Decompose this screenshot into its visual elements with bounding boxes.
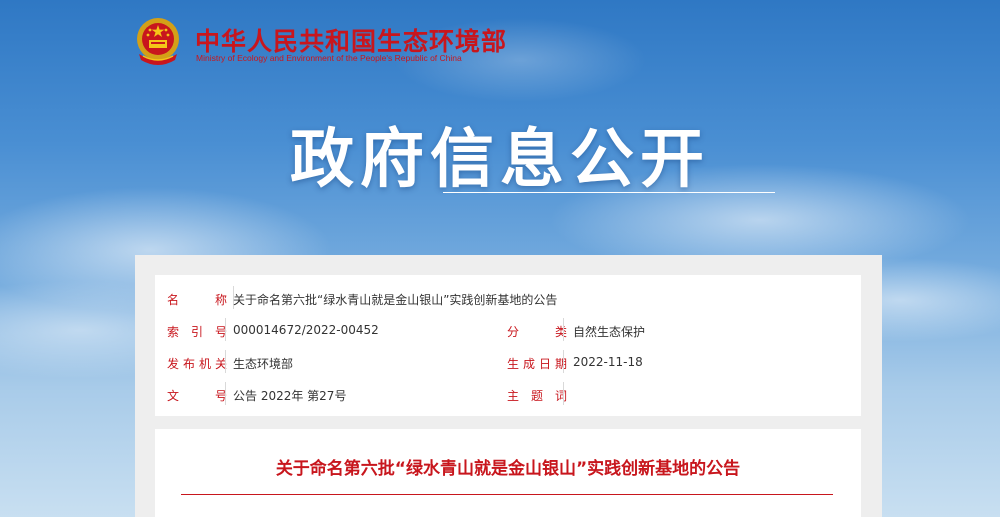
page-title: 政府信息公开: [290, 123, 710, 197]
meta-row-docno: 文 号 公告 2022年 第27号 主题词: [155, 379, 861, 410]
divider: [225, 318, 226, 341]
title-underline: [443, 192, 775, 193]
publisher-label: 发布机关: [167, 357, 227, 371]
divider: [225, 350, 226, 373]
meta-row-index: 索引号 000014672/2022-00452 分 类 自然生态保护: [155, 315, 861, 346]
category-label: 分 类: [507, 325, 567, 339]
date-label: 生成日期: [507, 357, 567, 371]
article-card: 关于命名第六批“绿水青山就是金山银山”实践创新基地的公告: [155, 429, 861, 517]
publisher-value: 生态环境部: [233, 357, 294, 371]
docno-value: 公告 2022年 第27号: [233, 389, 347, 403]
national-emblem-icon[interactable]: [135, 16, 181, 68]
keywords-label: 主题词: [507, 389, 567, 403]
divider: [563, 318, 564, 341]
meta-row-publisher: 发布机关 生态环境部 生成日期 2022-11-18: [155, 347, 861, 378]
metadata-card: 名 称 关于命名第六批“绿水青山就是金山银山”实践创新基地的公告 索引号 000…: [155, 275, 861, 416]
divider: [225, 382, 226, 405]
site-subtitle: Ministry of Ecology and Environment of t…: [196, 53, 462, 63]
category-value: 自然生态保护: [573, 325, 646, 339]
article-title: 关于命名第六批“绿水青山就是金山银山”实践创新基地的公告: [275, 459, 741, 479]
index-label: 索引号: [167, 325, 227, 339]
divider: [563, 350, 564, 373]
date-value: 2022-11-18: [573, 355, 643, 369]
docno-label: 文 号: [167, 389, 227, 403]
meta-row-name: 名 称 关于命名第六批“绿水青山就是金山银山”实践创新基地的公告: [155, 283, 861, 314]
article-title-rule: [181, 494, 833, 495]
name-label: 名 称: [167, 293, 227, 307]
index-value: 000014672/2022-00452: [233, 323, 379, 337]
name-value: 关于命名第六批“绿水青山就是金山银山”实践创新基地的公告: [233, 293, 558, 307]
divider: [563, 382, 564, 405]
content-panel: 名 称 关于命名第六批“绿水青山就是金山银山”实践创新基地的公告 索引号 000…: [135, 255, 882, 517]
